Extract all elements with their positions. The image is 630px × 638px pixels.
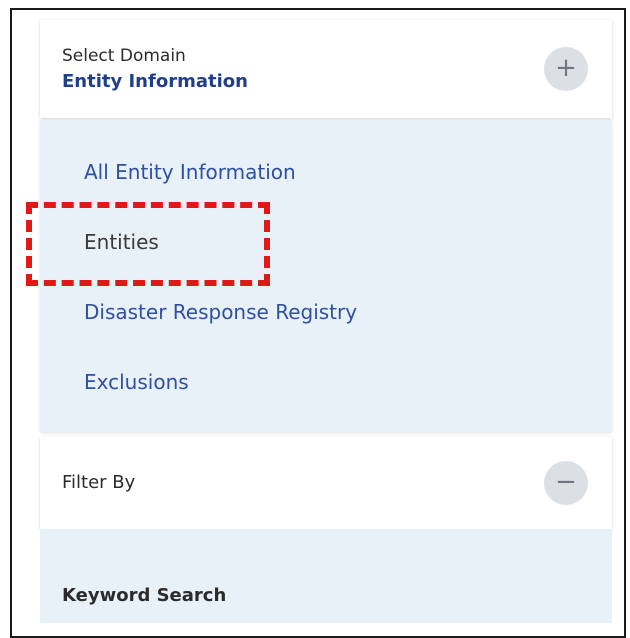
keyword-search-label: Keyword Search (62, 585, 227, 606)
select-domain-card: Select Domain Entity Information + (40, 20, 612, 118)
filter-by-card: Filter By − (40, 437, 612, 529)
option-all-entity-information[interactable]: All Entity Information (84, 160, 296, 184)
expand-domain-button[interactable]: + (544, 47, 588, 91)
filter-by-label: Filter By (62, 472, 136, 493)
minus-icon: − (555, 467, 577, 497)
plus-icon: + (555, 53, 577, 83)
collapse-filter-button[interactable]: − (544, 461, 588, 505)
option-exclusions[interactable]: Exclusions (84, 370, 189, 394)
keyword-search-panel: Keyword Search (40, 529, 612, 623)
entities-highlight-box (26, 202, 270, 286)
select-domain-label: Select Domain (62, 46, 186, 66)
selected-domain-value: Entity Information (62, 71, 248, 92)
option-disaster-response-registry[interactable]: Disaster Response Registry (84, 300, 357, 324)
